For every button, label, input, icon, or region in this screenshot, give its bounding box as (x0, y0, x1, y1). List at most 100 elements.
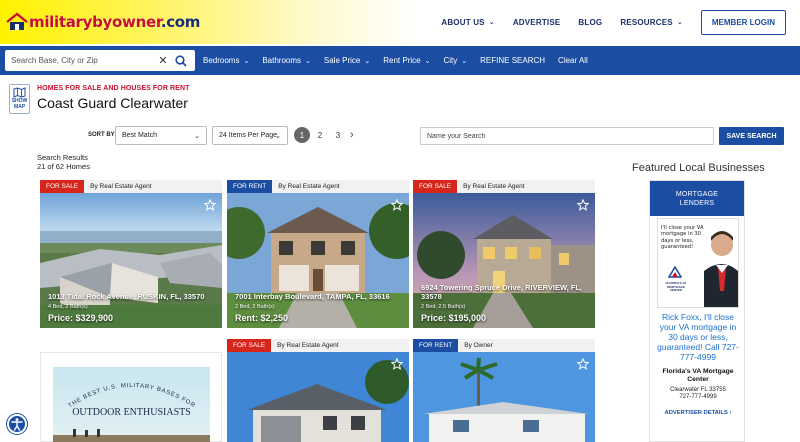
breadcrumb[interactable]: HOMES FOR SALE AND HOUSES FOR RENT (37, 85, 189, 92)
search-icon[interactable] (172, 52, 190, 70)
listing-price: Rent: $2,250 (235, 313, 289, 323)
favorite-star-icon[interactable] (576, 198, 590, 211)
listing-card[interactable]: FOR RENT By Real Estate Agent 7001 Inter… (227, 180, 409, 328)
clear-all-button[interactable]: Clear All (558, 56, 588, 65)
business-ad-image[interactable]: I'll close your VA mortgage in 30 days o… (657, 218, 739, 308)
items-per-page-value: 24 Items Per Page (219, 132, 277, 139)
status-badge: FOR RENT (227, 180, 273, 193)
accessibility-icon[interactable] (7, 414, 27, 434)
next-page-icon[interactable]: › (350, 129, 354, 141)
filter-bedrooms[interactable]: Bedrooms ⌄ (203, 56, 249, 65)
listing-price: Price: $329,900 (48, 313, 114, 323)
listing-tags: FOR SALE By Real Estate Agent (40, 180, 222, 193)
name-search-input[interactable] (420, 127, 714, 145)
listing-photo[interactable]: 7001 Interbay Boulevard, TAMPA, FL, 3361… (227, 193, 409, 328)
favorite-star-icon[interactable] (576, 357, 590, 370)
chevron-down-icon: ⌄ (364, 57, 371, 65)
listing-photo[interactable] (227, 352, 409, 442)
promo-card[interactable]: THE BEST U.S. MILITARY BASES FOR OUTDOOR… (40, 352, 222, 442)
items-per-page-select[interactable]: 24 Items Per Page ⌄ (212, 126, 288, 145)
listing-card[interactable]: FOR RENT By Owner (413, 339, 595, 442)
business-address: Clearwater FL 33755 727-777-4999 (654, 387, 742, 401)
advertiser-details-link[interactable]: ADVERTISER DETAILS › (654, 410, 742, 416)
nav-about-us[interactable]: ABOUT US ⌄ (441, 18, 494, 27)
listing-card[interactable]: FOR SALE By Real Estate Agent 1013 Tidal… (40, 180, 222, 328)
listing-address[interactable]: 6924 Towering Spruce Drive, RIVERVIEW, F… (421, 283, 587, 301)
favorite-star-icon[interactable] (203, 198, 217, 211)
business-description[interactable]: Rick Foxx, I'll close your VA mortgage i… (654, 312, 742, 362)
favorite-star-icon[interactable] (390, 357, 404, 370)
location-search-input[interactable] (11, 56, 156, 65)
lister-type: By Real Estate Agent (463, 183, 525, 190)
promo-arc-text: THE BEST U.S. MILITARY BASES FOR (68, 383, 197, 409)
page-1-button[interactable]: 1 (294, 127, 310, 143)
member-login-button[interactable]: MEMBER LOGIN (700, 9, 786, 35)
listing-tags: FOR RENT By Real Estate Agent (227, 180, 409, 193)
status-badge: FOR SALE (40, 180, 85, 193)
business-phone: 727-777-4999 (679, 394, 717, 400)
listing-beds-baths: 2 Bed, 2.5 Bath(s) (421, 304, 466, 310)
lister-type: By Real Estate Agent (278, 183, 340, 190)
listing-card[interactable]: FOR SALE By Real Estate Agent 6924 Tower… (413, 180, 595, 328)
map-icon (13, 87, 26, 98)
palm-tree-house-image (413, 352, 595, 442)
lister-type: By Real Estate Agent (90, 183, 152, 190)
page-3-button[interactable]: 3 (330, 127, 346, 143)
featured-businesses-title: Featured Local Businesses (632, 162, 765, 174)
chevron-down-icon: ⌄ (305, 57, 311, 65)
listing-tags: FOR SALE By Real Estate Agent (413, 180, 595, 193)
listing-beds-baths: 4 Bed, 2 Bath(s) (48, 304, 88, 310)
clear-search-icon[interactable]: ✕ (156, 54, 170, 67)
business-card[interactable]: MORTGAGE LENDERS I'll close your VA mort… (649, 180, 745, 442)
search-results-summary: Search Results 21 of 62 Homes (37, 153, 90, 171)
nav-advertise[interactable]: ADVERTISE (513, 18, 561, 27)
listing-address[interactable]: 7001 Interbay Boulevard, TAMPA, FL, 3361… (235, 292, 401, 302)
save-search-button[interactable]: SAVE SEARCH (719, 127, 784, 145)
status-badge: FOR SALE (227, 339, 272, 352)
house-logo-icon (6, 12, 28, 32)
page-2-button[interactable]: 2 (312, 127, 328, 143)
listing-price: Price: $195,000 (421, 313, 487, 323)
business-city: Clearwater FL 33755 (670, 387, 726, 393)
promo-image: THE BEST U.S. MILITARY BASES FOR OUTDOOR… (53, 367, 210, 442)
sort-select[interactable]: Best Match ⌄ (115, 126, 207, 145)
chevron-down-icon: ⌄ (194, 132, 200, 140)
lister-type: By Owner (464, 342, 493, 349)
business-name[interactable]: Florida's VA Mortgage Center (654, 368, 742, 384)
listing-photo[interactable]: 6924 Towering Spruce Drive, RIVERVIEW, F… (413, 193, 595, 328)
nav-blog[interactable]: BLOG (578, 18, 602, 27)
listing-tags: FOR SALE By Real Estate Agent (227, 339, 409, 352)
favorite-star-icon[interactable] (390, 198, 404, 211)
site-logo[interactable]: militarybyowner.com (6, 10, 200, 34)
mortgage-center-logo-icon (668, 265, 682, 278)
listing-card[interactable]: FOR SALE By Real Estate Agent (227, 339, 409, 442)
advertiser-portrait-image (704, 231, 738, 307)
nav-resources[interactable]: RESOURCES ⌄ (620, 18, 683, 27)
sort-by-label: SORT BY (88, 132, 115, 138)
page-title: Coast Guard Clearwater (37, 95, 188, 111)
site-header: militarybyowner.com ABOUT US ⌄ ADVERTISE … (0, 0, 800, 44)
ad-logo-text: FLORIDA'S VA MORTGAGE CENTER (665, 281, 687, 293)
chevron-down-icon: ⌄ (488, 19, 495, 26)
listing-photo[interactable]: 1013 Tidal Rock Avenue, RUSKIN, FL, 3357… (40, 193, 222, 328)
chevron-down-icon: ⌄ (243, 57, 250, 65)
search-results-label: Search Results (37, 153, 88, 162)
hikers-silhouette-image (53, 429, 210, 442)
sort-select-value: Best Match (122, 132, 158, 139)
promo-headline: OUTDOOR ENTHUSIASTS (72, 407, 191, 418)
filter-bathrooms[interactable]: Bathrooms ⌄ (262, 56, 311, 65)
listing-photo[interactable] (413, 352, 595, 442)
business-category: MORTGAGE LENDERS (650, 181, 744, 216)
show-map-button[interactable]: SHOW MAP (9, 84, 30, 114)
filter-city[interactable]: City ⌄ (443, 56, 467, 65)
listing-address[interactable]: 1013 Tidal Rock Avenue, RUSKIN, FL, 3357… (48, 292, 214, 302)
listing-tags: FOR RENT By Owner (413, 339, 595, 352)
filter-sale-price[interactable]: Sale Price ⌄ (324, 56, 370, 65)
svg-text:THE BEST U.S. MILITARY BASES F: THE BEST U.S. MILITARY BASES FOR (68, 383, 197, 409)
logo-text: militarybyowner.com (29, 13, 201, 31)
chevron-down-icon: ⌄ (424, 57, 431, 65)
filter-rent-price[interactable]: Rent Price ⌄ (383, 56, 430, 65)
chevron-down-icon: ⌄ (676, 19, 683, 26)
results-count: 21 of 62 Homes (37, 162, 90, 171)
refine-search-button[interactable]: REFINE SEARCH (480, 56, 545, 65)
